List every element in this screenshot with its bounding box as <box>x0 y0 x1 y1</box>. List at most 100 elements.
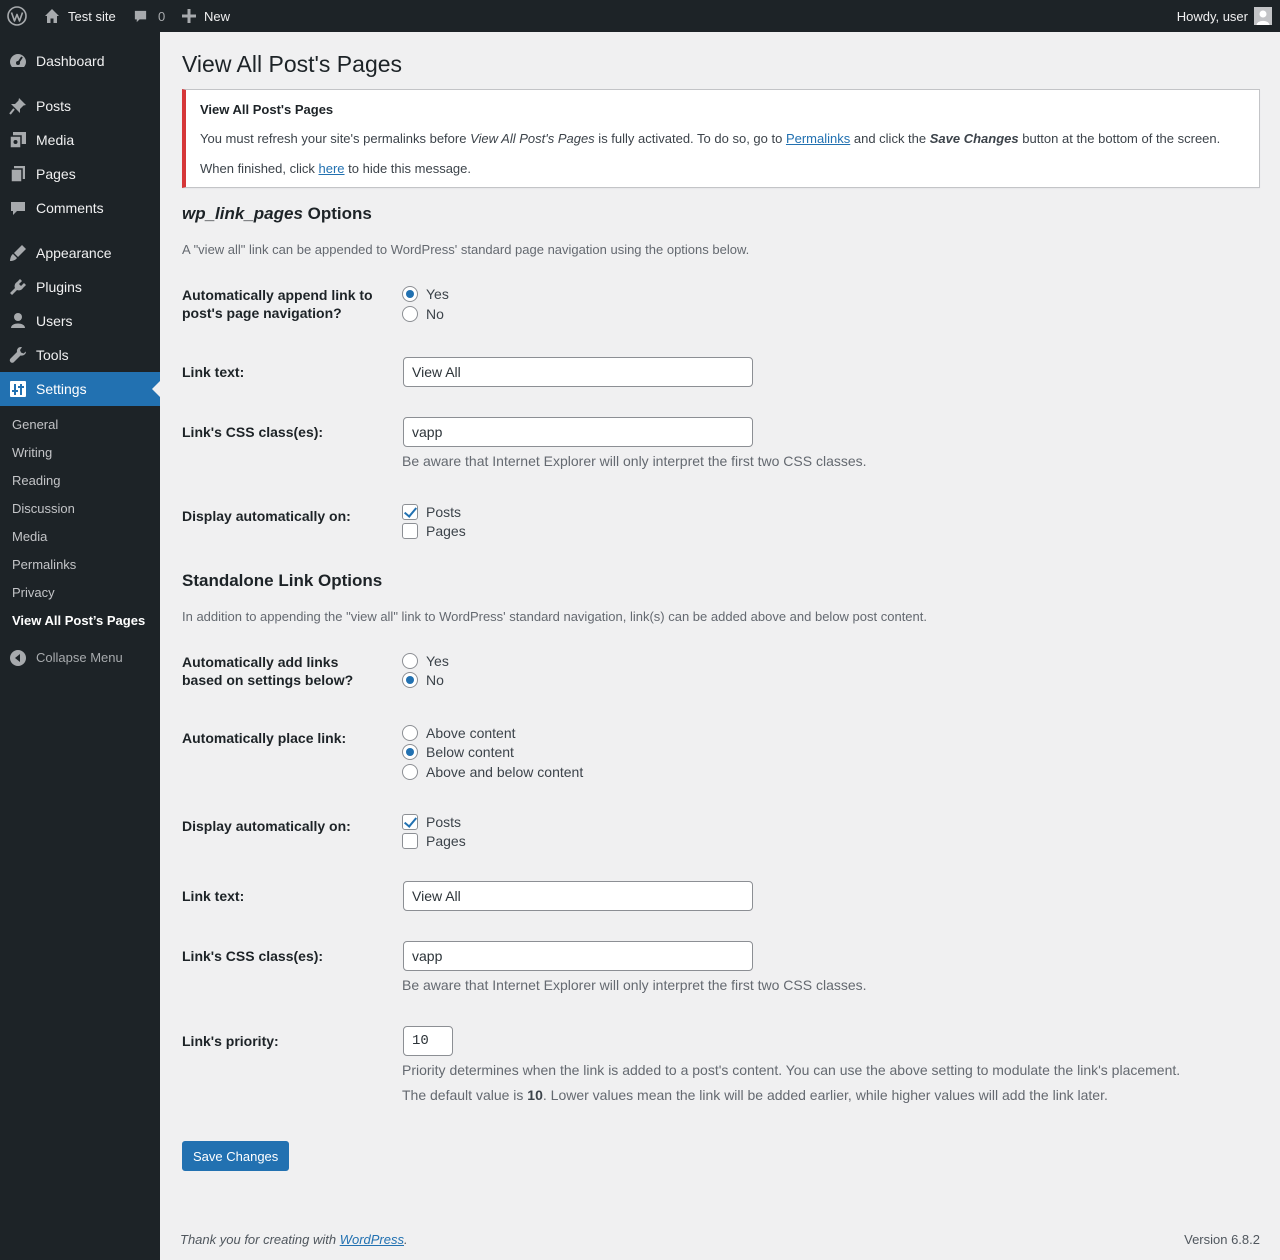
footer-text: . <box>404 1232 408 1247</box>
standalone-auto-add-yes-option[interactable]: Yes <box>402 652 449 670</box>
comments-link[interactable]: 0 <box>133 0 165 32</box>
notice-text: button at the bottom of the screen. <box>1018 131 1221 146</box>
wordpress-logo-icon[interactable] <box>7 0 27 32</box>
wlp-display-posts-checkbox[interactable] <box>402 504 418 520</box>
sidebar-item-media[interactable]: Media <box>0 123 160 157</box>
wlp-display-pages-option[interactable]: Pages <box>402 522 466 540</box>
standalone-css-help: Be aware that Internet Explorer will onl… <box>402 977 867 993</box>
site-name-label: Test site <box>68 8 116 24</box>
footer-version: Version 6.8.2 <box>1184 1232 1260 1247</box>
submenu-item-reading[interactable]: Reading <box>12 473 60 488</box>
notice-message: You must refresh your site's permalinks … <box>200 131 1220 146</box>
standalone-display-pages-checkbox[interactable] <box>402 833 418 849</box>
pin-icon <box>8 96 28 116</box>
wlp-heading-em: wp_link_pages <box>182 204 303 223</box>
sidebar-item-label: Comments <box>36 200 104 216</box>
submenu-item-discussion[interactable]: Discussion <box>12 501 75 516</box>
notice-title: View All Post's Pages <box>200 102 334 117</box>
standalone-auto-add-no-option[interactable]: No <box>402 671 444 689</box>
wlp-append-label: Automatically append link to post's page… <box>182 287 373 321</box>
save-changes-button[interactable]: Save Changes <box>182 1141 290 1171</box>
standalone-link-text-label: Link text: <box>182 888 245 904</box>
standalone-display-posts-option[interactable]: Posts <box>402 813 461 831</box>
footer-text: Thank you for creating with <box>180 1232 340 1247</box>
page-title: View All Post's Pages <box>182 51 403 77</box>
wlp-append-yes-option[interactable]: Yes <box>402 285 449 303</box>
notice-text: You must refresh your site's permalinks … <box>200 131 471 146</box>
admin-bar: Test site 0 New Howdy, user <box>0 0 1280 32</box>
submenu-item-view-all-posts-pages[interactable]: View All Post’s Pages <box>12 613 145 628</box>
comment-icon <box>8 198 28 218</box>
site-name-link[interactable]: Test site <box>44 0 116 32</box>
checkbox-label: Pages <box>426 523 466 539</box>
standalone-display-posts-checkbox[interactable] <box>402 814 418 830</box>
submenu-item-writing[interactable]: Writing <box>12 445 52 460</box>
brush-icon <box>8 243 28 263</box>
sidebar-item-comments[interactable]: Comments <box>0 191 160 225</box>
wlp-link-text-input[interactable] <box>403 357 753 387</box>
new-content-link[interactable]: New <box>182 0 230 32</box>
radio-label: No <box>426 306 444 322</box>
media-icon <box>8 130 28 150</box>
notice-plugin-name: View All Post's Pages <box>470 131 595 146</box>
standalone-place-above-radio[interactable] <box>402 725 418 741</box>
standalone-place-below-option[interactable]: Below content <box>402 743 514 761</box>
wlp-append-no-option[interactable]: No <box>402 305 444 323</box>
radio-label: Above content <box>426 725 516 741</box>
sidebar-item-dashboard[interactable]: Dashboard <box>0 44 160 78</box>
collapse-menu-button[interactable]: Collapse Menu <box>0 640 160 674</box>
wlp-display-posts-option[interactable]: Posts <box>402 503 461 521</box>
submenu-item-privacy[interactable]: Privacy <box>12 585 55 600</box>
new-label: New <box>204 8 231 24</box>
standalone-display-pages-option[interactable]: Pages <box>402 832 466 850</box>
standalone-priority-label: Link's priority: <box>182 1033 279 1049</box>
notice-text: to hide this message. <box>344 161 471 176</box>
hide-notice-link[interactable]: here <box>319 161 345 176</box>
standalone-link-text-input[interactable] <box>403 881 753 911</box>
account-menu[interactable]: Howdy, user <box>1177 0 1272 32</box>
wordpress-link[interactable]: WordPress <box>340 1232 404 1247</box>
permalinks-link[interactable]: Permalinks <box>786 131 850 146</box>
standalone-auto-add-no-radio[interactable] <box>402 672 418 688</box>
standalone-auto-add-label: Automatically add links based on setting… <box>182 654 354 688</box>
notice-text: and click the <box>850 131 930 146</box>
checkbox-label: Pages <box>426 833 466 849</box>
standalone-auto-add-yes-radio[interactable] <box>402 653 418 669</box>
wlp-display-pages-checkbox[interactable] <box>402 523 418 539</box>
sidebar-item-posts[interactable]: Posts <box>0 89 160 123</box>
sidebar-item-pages[interactable]: Pages <box>0 157 160 191</box>
standalone-place-both-option[interactable]: Above and below content <box>402 763 583 781</box>
standalone-priority-input[interactable] <box>403 1026 453 1056</box>
avatar <box>1254 7 1272 25</box>
sidebar-item-tools[interactable]: Tools <box>0 338 160 372</box>
standalone-description: In addition to appending the "view all" … <box>182 609 927 624</box>
radio-label: Yes <box>426 286 449 302</box>
standalone-place-below-radio[interactable] <box>402 744 418 760</box>
standalone-css-label: Link's CSS class(es): <box>182 948 324 964</box>
sidebar-item-users[interactable]: Users <box>0 304 160 338</box>
wlp-css-input[interactable] <box>403 417 753 447</box>
standalone-place-both-radio[interactable] <box>402 764 418 780</box>
wlp-append-no-radio[interactable] <box>402 306 418 322</box>
submenu-item-general[interactable]: General <box>12 417 58 432</box>
user-icon <box>8 311 28 331</box>
checkbox-label: Posts <box>426 814 462 830</box>
sidebar-item-label: Plugins <box>36 279 82 295</box>
sidebar-item-settings[interactable]: Settings <box>0 372 160 406</box>
sidebar-item-label: Posts <box>36 98 72 114</box>
sidebar-item-appearance[interactable]: Appearance <box>0 236 160 270</box>
standalone-css-input[interactable] <box>403 941 753 971</box>
submenu-item-media[interactable]: Media <box>12 529 47 544</box>
sidebar-item-plugins[interactable]: Plugins <box>0 270 160 304</box>
radio-label: Above and below content <box>426 764 584 780</box>
permalinks-error-notice: View All Post's Pages You must refresh y… <box>182 89 1260 188</box>
help-text: The default value is <box>402 1087 528 1103</box>
comment-icon <box>133 9 148 24</box>
wlp-append-yes-radio[interactable] <box>402 286 418 302</box>
standalone-options-heading: Standalone Link Options <box>182 571 383 590</box>
submenu-item-permalinks[interactable]: Permalinks <box>12 557 76 572</box>
standalone-place-above-option[interactable]: Above content <box>402 724 516 742</box>
radio-label: Yes <box>426 653 449 669</box>
admin-sidebar: Dashboard Posts Media Pages Comments App… <box>0 32 160 1260</box>
pages-icon <box>8 164 28 184</box>
